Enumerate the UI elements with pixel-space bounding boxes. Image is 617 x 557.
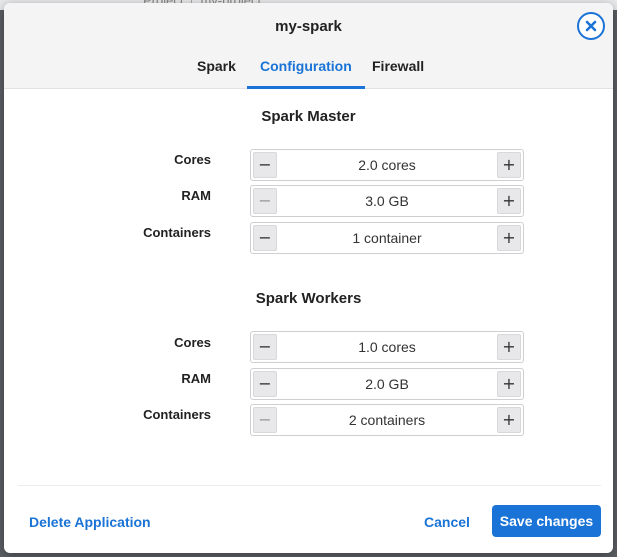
workers-containers-stepper: − 2 containers + <box>250 404 524 436</box>
workers-cores-stepper: − 1.0 cores + <box>250 331 524 363</box>
master-cores-increment-button[interactable]: + <box>497 152 521 178</box>
master-ram-label: RAM <box>181 188 211 203</box>
plus-icon: + <box>502 410 516 429</box>
footer-divider <box>18 485 601 486</box>
dialog-header: my-spark Spark Configuration Firewall <box>4 3 613 89</box>
close-icon <box>585 20 597 32</box>
cancel-button[interactable]: Cancel <box>424 514 470 530</box>
workers-ram-stepper: − 2.0 GB + <box>250 368 524 400</box>
master-cores-value: 2.0 cores <box>358 157 416 173</box>
workers-cores-decrement-button[interactable]: − <box>253 334 277 360</box>
master-containers-stepper: − 1 container + <box>250 222 524 254</box>
workers-containers-label: Containers <box>143 407 211 422</box>
dialog-title: my-spark <box>275 18 342 35</box>
minus-icon: − <box>258 191 272 210</box>
master-ram-value: 3.0 GB <box>365 193 409 209</box>
plus-icon: + <box>502 337 516 356</box>
workers-containers-value: 2 containers <box>348 412 426 428</box>
plus-icon: + <box>502 374 516 393</box>
master-ram-stepper: − 3.0 GB + <box>250 185 524 217</box>
master-containers-value: 1 container <box>352 230 422 246</box>
workers-ram-label: RAM <box>181 371 211 386</box>
save-changes-button[interactable]: Save changes <box>492 505 601 537</box>
minus-icon: − <box>258 337 272 356</box>
master-containers-decrement-button[interactable]: − <box>253 225 277 251</box>
section-title-spark-master: Spark Master <box>261 108 356 125</box>
tab-firewall[interactable]: Firewall <box>372 58 424 89</box>
master-cores-decrement-button[interactable]: − <box>253 152 277 178</box>
master-cores-label: Cores <box>174 152 211 167</box>
minus-icon: − <box>258 155 272 174</box>
close-button[interactable] <box>577 12 605 40</box>
master-containers-increment-button[interactable]: + <box>497 225 521 251</box>
delete-application-link[interactable]: Delete Application <box>29 514 151 530</box>
minus-icon: − <box>258 374 272 393</box>
plus-icon: + <box>502 155 516 174</box>
section-title-spark-workers: Spark Workers <box>255 290 362 307</box>
workers-containers-decrement-button[interactable]: − <box>253 407 277 433</box>
tab-bar: Spark Configuration Firewall <box>4 58 613 89</box>
tab-configuration[interactable]: Configuration <box>247 58 365 89</box>
workers-cores-value: 1.0 cores <box>358 339 416 355</box>
workers-ram-value: 2.0 GB <box>365 376 409 392</box>
workers-containers-increment-button[interactable]: + <box>497 407 521 433</box>
plus-icon: + <box>502 228 516 247</box>
workers-cores-increment-button[interactable]: + <box>497 334 521 360</box>
minus-icon: − <box>258 228 272 247</box>
master-ram-increment-button[interactable]: + <box>497 188 521 214</box>
workers-ram-decrement-button[interactable]: − <box>253 371 277 397</box>
tab-spark[interactable]: Spark <box>197 58 236 89</box>
workers-cores-label: Cores <box>174 335 211 350</box>
plus-icon: + <box>502 191 516 210</box>
master-cores-stepper: − 2.0 cores + <box>250 149 524 181</box>
minus-icon: − <box>258 410 272 429</box>
workers-ram-increment-button[interactable]: + <box>497 371 521 397</box>
edit-application-dialog: my-spark Spark Configuration Firewall Sp… <box>4 3 613 553</box>
master-containers-label: Containers <box>143 225 211 240</box>
master-ram-decrement-button[interactable]: − <box>253 188 277 214</box>
